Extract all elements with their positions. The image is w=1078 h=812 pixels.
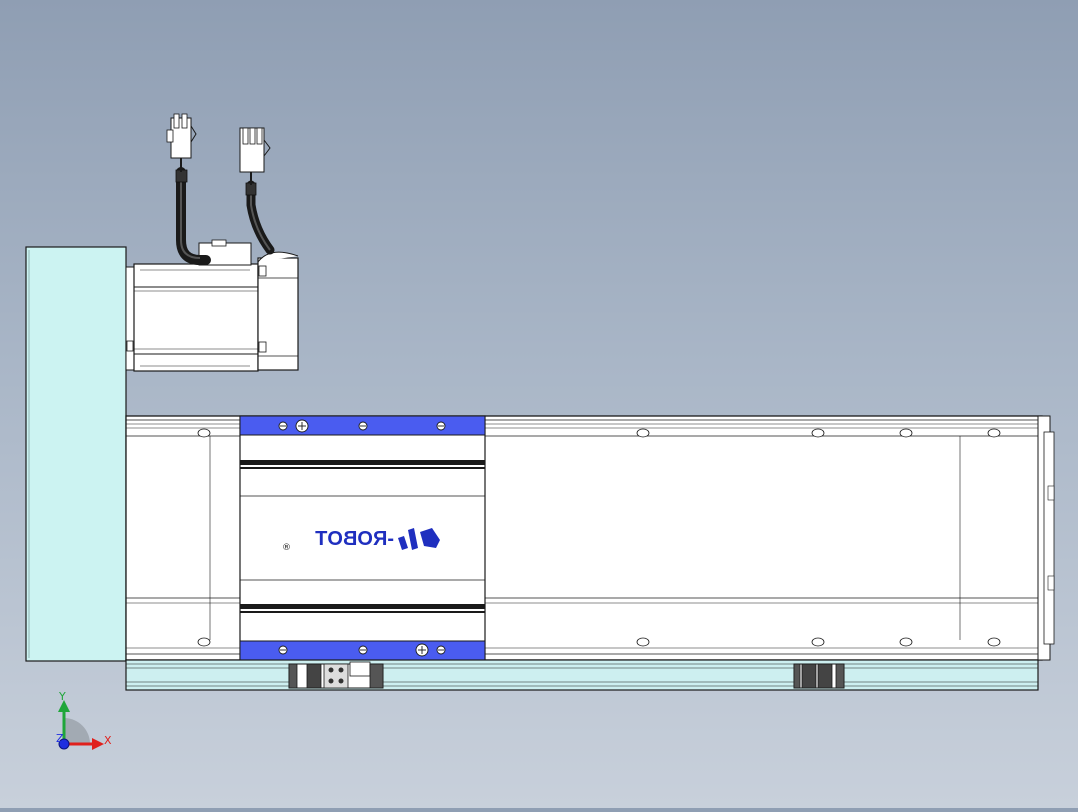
logo-registered-mark: ® [282,543,291,553]
servo-motor[interactable] [125,239,299,372]
coordinate-triad-icon [58,700,104,750]
axis-label-x: X [104,734,112,747]
cad-viewport[interactable]: -ROBOT ® X Y Z [0,0,1078,808]
cad-drawing: -ROBOT ® X Y Z [25,113,1055,750]
limit-sensor-left[interactable] [288,661,384,689]
logo-text: -ROBOT [315,528,394,550]
base-rail[interactable] [125,659,1039,691]
end-plate[interactable] [25,246,127,662]
limit-sensor-right[interactable] [793,663,845,689]
motor-cable-connector-icon [166,113,197,159]
axis-label-z: Z [56,732,64,745]
axis-label-y: Y [58,690,66,703]
encoder-cable-connector-icon [239,127,271,173]
encoder-cable [245,170,275,255]
